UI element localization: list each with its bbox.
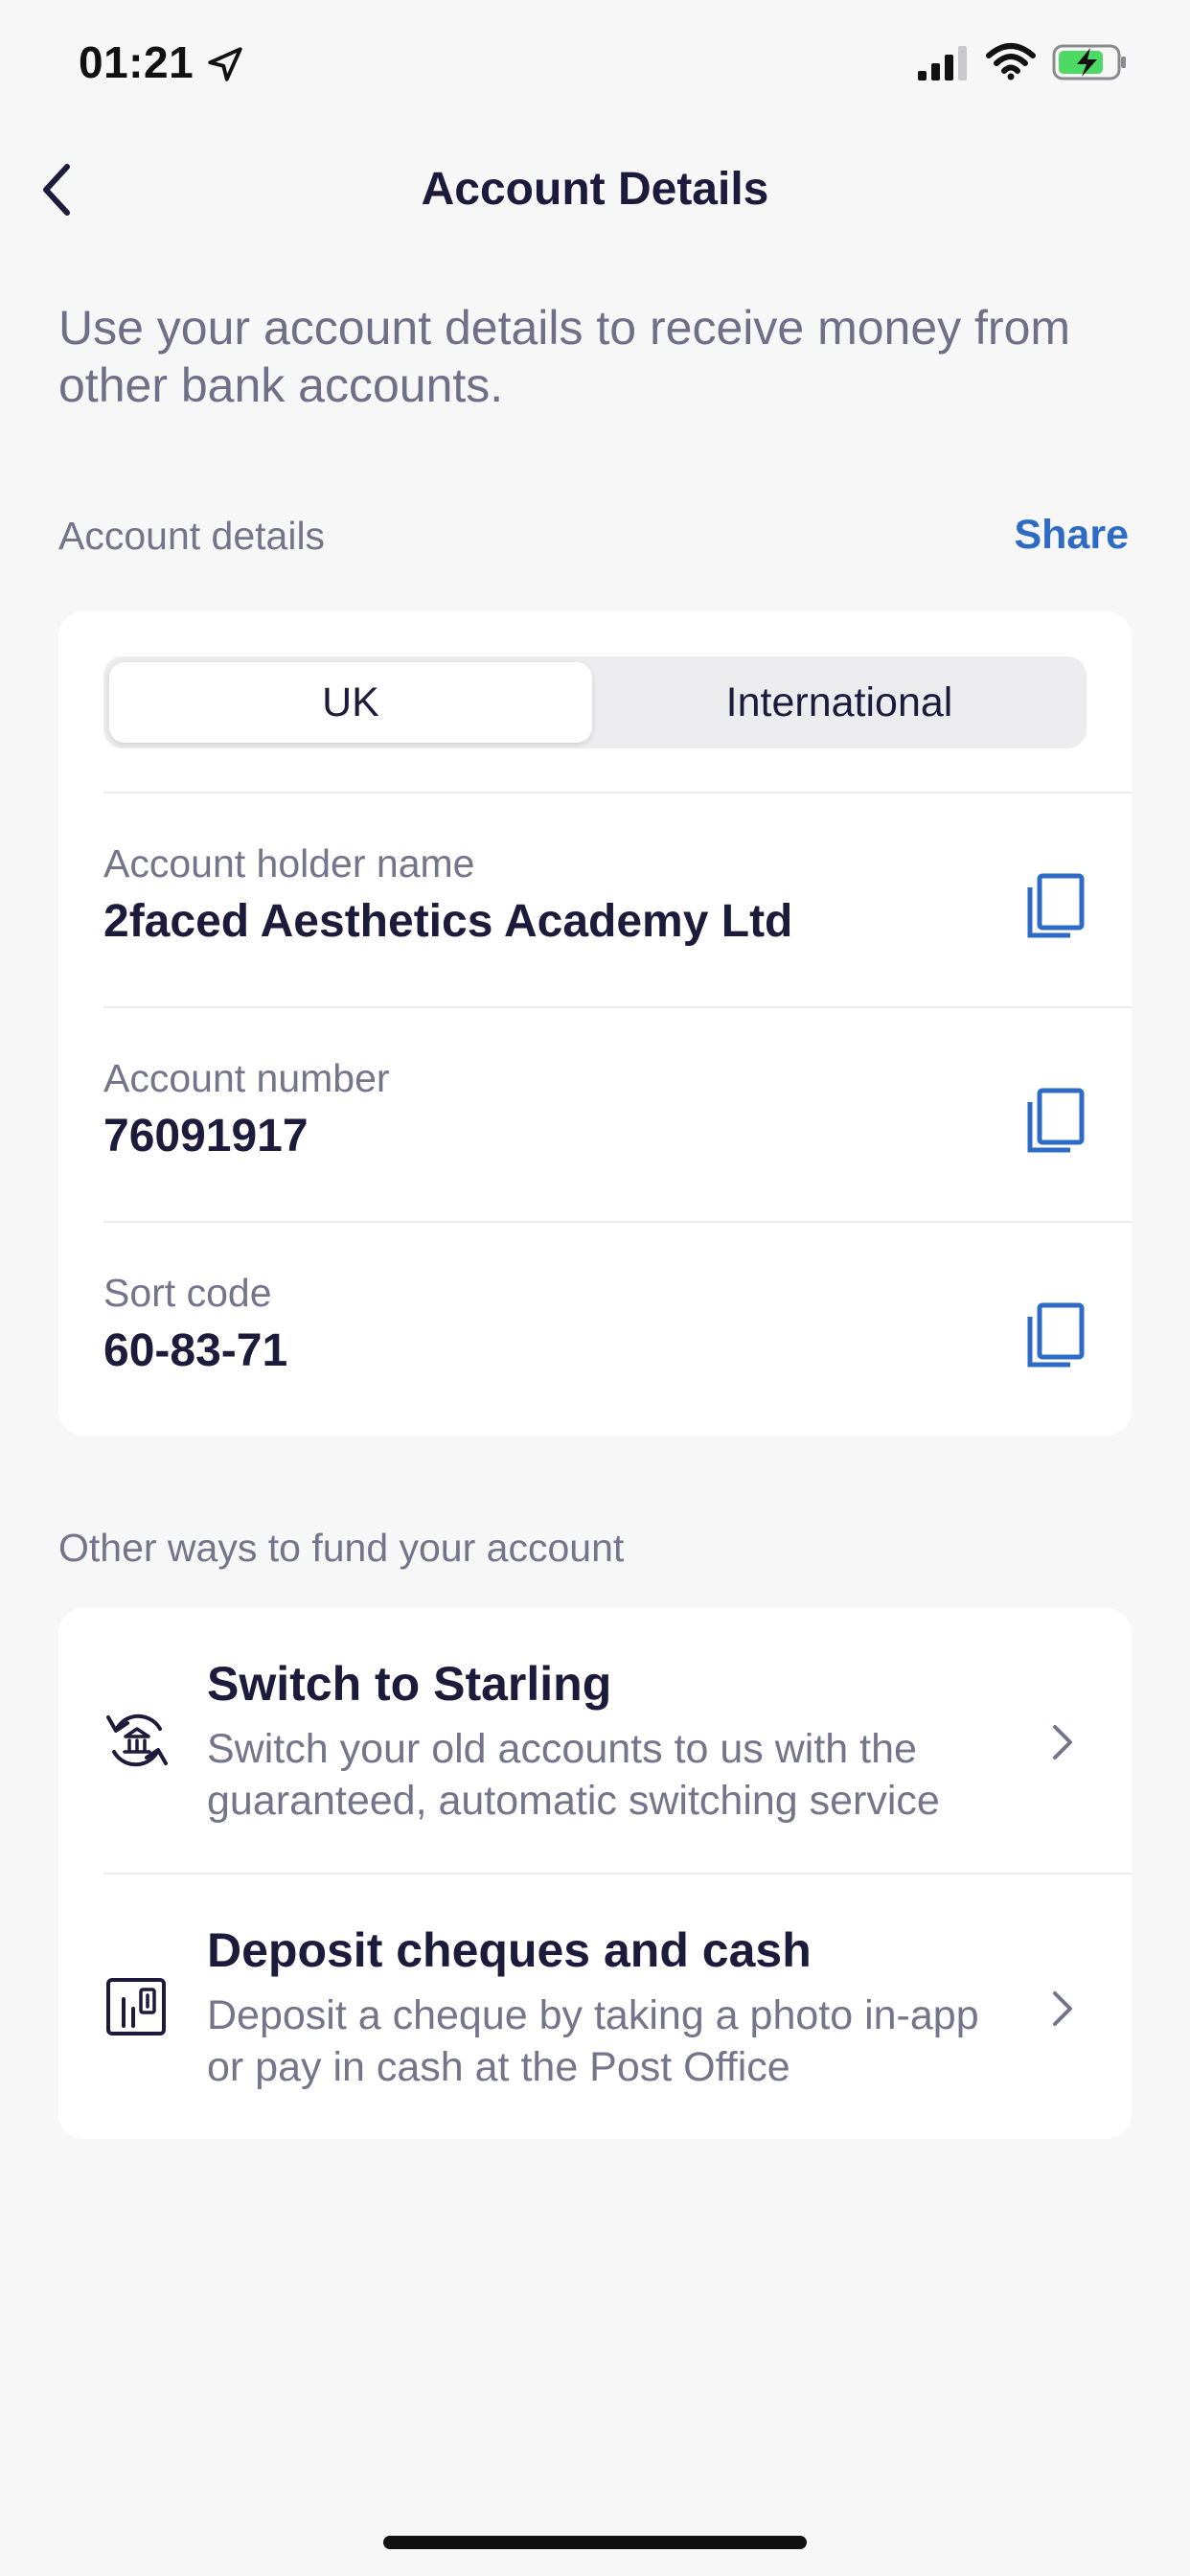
- fund-options-card: Switch to Starling Switch your old accou…: [58, 1608, 1132, 2139]
- chevron-right-icon: [1053, 1991, 1072, 2026]
- account-holder-value: 2faced Aesthetics Academy Ltd: [103, 896, 793, 947]
- home-indicator[interactable]: [383, 2536, 807, 2549]
- switch-description: Switch your old accounts to us with the …: [207, 1726, 940, 1824]
- deposit-cheques-row[interactable]: Deposit cheques and cash Deposit a chequ…: [58, 1874, 1132, 2141]
- switch-to-starling-row[interactable]: Switch to Starling Switch your old accou…: [58, 1608, 1132, 1874]
- switch-title: Switch to Starling: [207, 1657, 612, 1711]
- account-details-card: UK International Account holder name 2fa…: [58, 611, 1132, 1436]
- sort-code-row: Sort code 60-83-71: [58, 1223, 1132, 1436]
- account-details-screen: 01:21 Account Details Use your account d…: [0, 0, 1190, 2576]
- copy-icon[interactable]: [1026, 872, 1086, 939]
- status-bar: 01:21: [0, 0, 1190, 126]
- region-segmented-control: UK International: [103, 656, 1087, 748]
- share-button[interactable]: Share: [1014, 512, 1129, 559]
- account-holder-label: Account holder name: [103, 841, 475, 886]
- account-holder-row: Account holder name 2faced Aesthetics Ac…: [58, 794, 1132, 1006]
- deposit-description: Deposit a cheque by taking a photo in-ap…: [207, 1992, 979, 2090]
- account-number-label: Account number: [103, 1056, 390, 1100]
- sort-code-label: Sort code: [103, 1271, 272, 1315]
- tab-international[interactable]: International: [598, 662, 1081, 743]
- fund-section-label: Other ways to fund your account: [58, 1526, 625, 1570]
- battery-charging-icon: [1052, 44, 1126, 80]
- copy-icon[interactable]: [1026, 1087, 1086, 1154]
- status-time: 01:21: [79, 37, 195, 87]
- cheque-deposit-icon: [106, 1978, 166, 2036]
- wifi-icon: [986, 43, 1036, 80]
- tab-uk[interactable]: UK: [109, 662, 592, 743]
- account-number-value: 76091917: [103, 1111, 309, 1162]
- page-title: Account Details: [421, 164, 769, 215]
- account-details-label: Account details: [58, 514, 326, 558]
- intro-text: Use your account details to receive mone…: [58, 301, 1071, 412]
- account-number-row: Account number 76091917: [58, 1008, 1132, 1221]
- bank-switch-icon: [106, 1714, 168, 1767]
- sort-code-value: 60-83-71: [103, 1325, 288, 1376]
- copy-icon[interactable]: [1026, 1301, 1086, 1368]
- signal-bars-icon: [918, 46, 967, 80]
- location-arrow-icon: [208, 47, 242, 81]
- deposit-title: Deposit cheques and cash: [207, 1923, 812, 1977]
- chevron-right-icon: [1053, 1725, 1072, 1760]
